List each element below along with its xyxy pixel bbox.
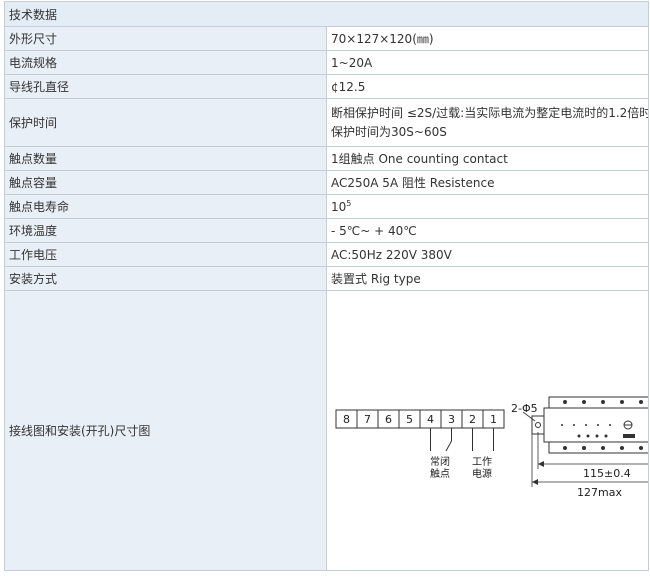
life-exponent: 5 (346, 199, 352, 208)
length-label: 127max (577, 486, 622, 499)
row-value: ¢12.5 (326, 74, 649, 99)
terminal-label: 5 (406, 413, 413, 426)
protection-time-line2: 保护时间为30S~60S (331, 124, 447, 139)
row-label: 电流规格 (4, 50, 327, 75)
terminal-label: 8 (343, 413, 350, 426)
row-label: 安装方式 (4, 266, 327, 291)
row-value: AC250A 5A 阻性 Resistence (326, 170, 649, 195)
row-label: 外形尺寸 (4, 26, 327, 51)
life-base: 10 (331, 200, 347, 214)
terminal-strip (335, 409, 505, 429)
table-row: 导线孔直径 ¢12.5 (4, 74, 649, 99)
drawing-cell: 8 7 6 5 4 3 2 1 常闭 触点 工作 电源 2-Φ5 115±0.4… (326, 290, 649, 571)
spec-table: 技术数据 外形尺寸 70×127×120(㎜) 电流规格 1~20A 导线孔直径… (4, 1, 649, 571)
terminal-label: 7 (364, 413, 371, 426)
terminal-label: 3 (448, 413, 455, 426)
nc-contact-label-1: 常闭 (430, 455, 450, 468)
row-label: 工作电压 (4, 242, 327, 267)
row-value: AC:50Hz 220V 380V (326, 242, 649, 267)
row-label: 触点电寿命 (4, 194, 327, 219)
power-label-2: 电源 (472, 467, 492, 480)
nc-contact-label-2: 触点 (430, 467, 450, 480)
row-label: 保护时间 (4, 98, 327, 147)
table-header: 技术数据 (4, 1, 649, 27)
table-row: 保护时间 断相保护时间 ≤2S/过载:当实际电流为整定电流时的1.2倍时, 保护… (4, 98, 649, 147)
protection-time-line1: 断相保护时间 ≤2S/过载:当实际电流为整定电流时的1.2倍时, (331, 105, 649, 120)
terminal-label: 4 (427, 413, 434, 426)
table-row: 安装方式 装置式 Rig type (4, 266, 649, 291)
row-value: 装置式 Rig type (326, 266, 649, 291)
table-row: 环境温度 - 5℃~ + 40℃ (4, 218, 649, 243)
row-value: 105 (326, 194, 649, 219)
table-row: 触点数量 1组触点 One counting contact (4, 146, 649, 171)
left-mount-hole (535, 422, 541, 428)
power-label-1: 工作 (472, 456, 492, 468)
terminal-label: 2 (469, 413, 476, 426)
terminal-label: 1 (490, 413, 497, 426)
table-row: 电流规格 1~20A (4, 50, 649, 75)
left-mount-ear (531, 415, 545, 435)
row-value: 70×127×120(㎜) (326, 26, 649, 51)
table-row: 触点容量 AC250A 5A 阻性 Resistence (4, 170, 649, 195)
row-label: 环境温度 (4, 218, 327, 243)
row-value: 断相保护时间 ≤2S/过载:当实际电流为整定电流时的1.2倍时, 保护时间为30… (326, 98, 649, 147)
row-label: 触点数量 (4, 146, 327, 171)
table-row: 外形尺寸 70×127×120(㎜) (4, 26, 649, 51)
table-row: 触点电寿命 105 (4, 194, 649, 219)
mount-spacing-label: 115±0.4 (583, 467, 631, 480)
row-value: - 5℃~ + 40℃ (326, 218, 649, 243)
table-row: 工作电压 AC:50Hz 220V 380V (4, 242, 649, 267)
wiring-and-dimension-drawing: 8 7 6 5 4 3 2 1 常闭 触点 工作 电源 2-Φ5 115±0.4… (335, 396, 648, 499)
table-row: 接线图和安装(开孔)尺寸图 8 7 6 5 4 3 2 1 常闭 触点 工作 电… (4, 290, 649, 571)
terminal-label: 6 (385, 413, 392, 426)
row-label: 触点容量 (4, 170, 327, 195)
row-value: 1~20A (326, 50, 649, 75)
row-label: 导线孔直径 (4, 74, 327, 99)
relay-outline (531, 396, 648, 454)
hole-dimension-label: 2-Φ5 (511, 402, 538, 415)
wiring-leads (430, 428, 494, 452)
row-value: 1组触点 One counting contact (326, 146, 649, 171)
row-label: 接线图和安装(开孔)尺寸图 (4, 290, 327, 571)
